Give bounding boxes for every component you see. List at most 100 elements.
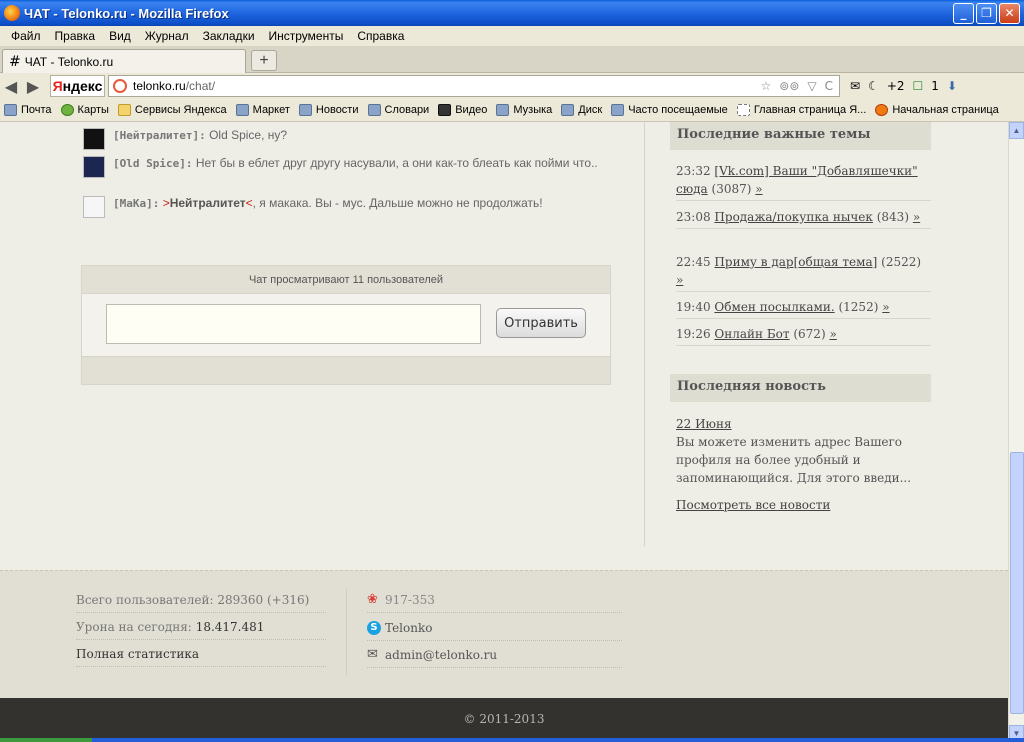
search-icon	[611, 104, 625, 116]
message-nick[interactable]: [MaKa]:	[113, 197, 159, 210]
url-host: telonko.ru	[133, 79, 186, 93]
topic-link[interactable]: Приму в дар[общая тема]	[714, 255, 877, 269]
yandex-button[interactable]: Яндекс	[50, 75, 105, 97]
topic-link[interactable]: Онлайн Бот	[714, 327, 789, 341]
bookmark-news[interactable]: Новости	[298, 104, 359, 116]
bookmark-yandex-services[interactable]: Сервисы Яндекса	[117, 104, 227, 116]
firefox-icon	[875, 104, 889, 116]
menu-bookmarks[interactable]: Закладки	[196, 29, 262, 43]
chat-message-input[interactable]	[106, 304, 481, 344]
taskbar-strip	[0, 738, 1024, 742]
full-stats-link[interactable]: Полная статистика	[76, 647, 326, 667]
bookmark-label: Главная страница Я...	[753, 104, 867, 116]
url-path: /chat/	[185, 79, 216, 93]
mail-icon[interactable]: ✉	[850, 79, 860, 93]
topic-link[interactable]: Обмен посылками.	[714, 300, 834, 314]
topic-time: 22:45	[676, 255, 711, 269]
bookmark-start-page[interactable]: Начальная страница	[875, 104, 999, 116]
bookmark-disk[interactable]: Диск	[561, 104, 602, 116]
topic-more-link[interactable]: »	[676, 273, 683, 287]
yandex-logo-rest: ндекс	[62, 78, 103, 94]
bookmark-label: Начальная страница	[892, 104, 999, 116]
forward-button[interactable]: ▶	[22, 77, 44, 96]
maximize-button[interactable]: ❐	[976, 2, 997, 24]
bookmark-label: Диск	[578, 104, 603, 116]
menu-help[interactable]: Справка	[350, 29, 411, 43]
topic-more-link[interactable]: »	[882, 300, 889, 314]
bookmark-music[interactable]: Музыка	[496, 104, 552, 116]
menu-edit[interactable]: Правка	[48, 29, 103, 43]
counter-icon[interactable]: ☐	[913, 79, 924, 93]
topic-item: 19:26 Онлайн Бот (672) »	[676, 325, 931, 346]
bookmark-mail[interactable]: Почта	[4, 104, 52, 116]
bookmark-video[interactable]: Видео	[438, 104, 487, 116]
topic-more-link[interactable]: »	[913, 210, 920, 224]
topic-time: 19:40	[676, 300, 711, 314]
skype-name[interactable]: Telonko	[385, 621, 432, 635]
avatar	[83, 128, 105, 150]
bookmark-label: Почта	[21, 104, 52, 116]
reload-icon[interactable]: C	[825, 79, 833, 93]
topics-header: Последние важные темы	[670, 122, 931, 150]
reply-marker: >	[162, 196, 170, 210]
back-button[interactable]: ◀	[0, 77, 22, 96]
topic-more-link[interactable]: »	[829, 327, 836, 341]
menu-file[interactable]: Файл	[4, 29, 48, 43]
bookmark-most-visited[interactable]: Часто посещаемые	[611, 104, 728, 116]
menu-view[interactable]: Вид	[102, 29, 138, 43]
topic-count: (2522)	[881, 255, 922, 269]
news-date-link[interactable]: 22 Июня	[676, 417, 732, 431]
scroll-up-arrow[interactable]: ▲	[1009, 122, 1024, 139]
scroll-thumb[interactable]	[1010, 452, 1024, 714]
firefox-icon	[4, 5, 20, 21]
dropdown-icon[interactable]: ▽	[807, 79, 816, 93]
total-users-value: 289360 (+316)	[217, 593, 310, 607]
site-footer: Всего пользователей: 289360 (+316) Урона…	[0, 570, 1008, 698]
message-text: Нет бы в еблет друг другу насували, а он…	[195, 156, 598, 170]
avatar	[83, 196, 105, 218]
bookmark-yandex-home[interactable]: Главная страница Я...	[736, 104, 867, 116]
new-tab-button[interactable]: +	[251, 50, 277, 71]
disk-icon	[561, 104, 575, 116]
tab-bar: # ЧАТ - Telonko.ru +	[0, 46, 1024, 73]
message-nick[interactable]: [Нейтралитет]:	[113, 129, 206, 142]
message-text: Old Spice, ну?	[209, 128, 288, 142]
bookmark-label: Маркет	[252, 104, 290, 116]
menu-history[interactable]: Журнал	[138, 29, 196, 43]
bookmark-maps[interactable]: Карты	[60, 104, 109, 116]
glasses-icon[interactable]: ⊚⊚	[779, 79, 799, 93]
message-text: , я макака. Вы - мус. Дальше можно не пр…	[252, 196, 543, 210]
menu-tools[interactable]: Инструменты	[262, 29, 351, 43]
bookmarks-bar: Почта Карты Сервисы Яндекса Маркет Новос…	[0, 99, 1024, 122]
message-nick[interactable]: [Old Spice]:	[113, 157, 192, 170]
copyright: © 2011-2013	[463, 712, 545, 726]
reply-to-nick[interactable]: Нейтралитет	[170, 196, 246, 210]
topic-count: (672)	[793, 327, 826, 341]
topic-count: (843)	[876, 210, 910, 224]
window-title: ЧАТ - Telonko.ru - Mozilla Firefox	[24, 5, 229, 21]
star-icon[interactable]: ☆	[761, 79, 772, 93]
download-icon[interactable]: ⬇	[947, 79, 957, 93]
topic-link[interactable]: Продажа/покупка нычек	[714, 210, 872, 224]
vertical-scrollbar[interactable]: ▲ ▼	[1008, 122, 1024, 742]
yandex-logo-letter: Я	[52, 78, 63, 94]
all-news-link[interactable]: Посмотреть все новости	[676, 498, 830, 512]
moon-icon[interactable]: ☾	[868, 79, 879, 93]
bookmark-market[interactable]: Маркет	[235, 104, 290, 116]
page-icon	[367, 104, 381, 116]
close-button[interactable]: ✕	[999, 2, 1020, 24]
site-icon	[113, 79, 127, 93]
topic-more-link[interactable]: »	[755, 182, 762, 196]
skype-icon: S	[367, 621, 381, 635]
news-block: 22 Июня Вы можете изменить адрес Вашего …	[676, 415, 921, 487]
minimize-button[interactable]: _	[953, 2, 974, 24]
send-button[interactable]: Отправить	[496, 308, 586, 338]
bookmark-dictionaries[interactable]: Словари	[367, 104, 429, 116]
page-icon	[235, 104, 249, 116]
total-users-label: Всего пользователей:	[76, 593, 214, 607]
harvest-today: Урона на сегодня: 18.417.481	[76, 620, 326, 640]
harvest-value: 18.417.481	[195, 620, 265, 634]
address-bar[interactable]: telonko.ru/chat/ ☆ ⊚⊚ ▽ C	[108, 75, 840, 97]
email-address[interactable]: admin@telonko.ru	[385, 648, 497, 662]
tab-chat[interactable]: # ЧАТ - Telonko.ru	[2, 49, 246, 73]
